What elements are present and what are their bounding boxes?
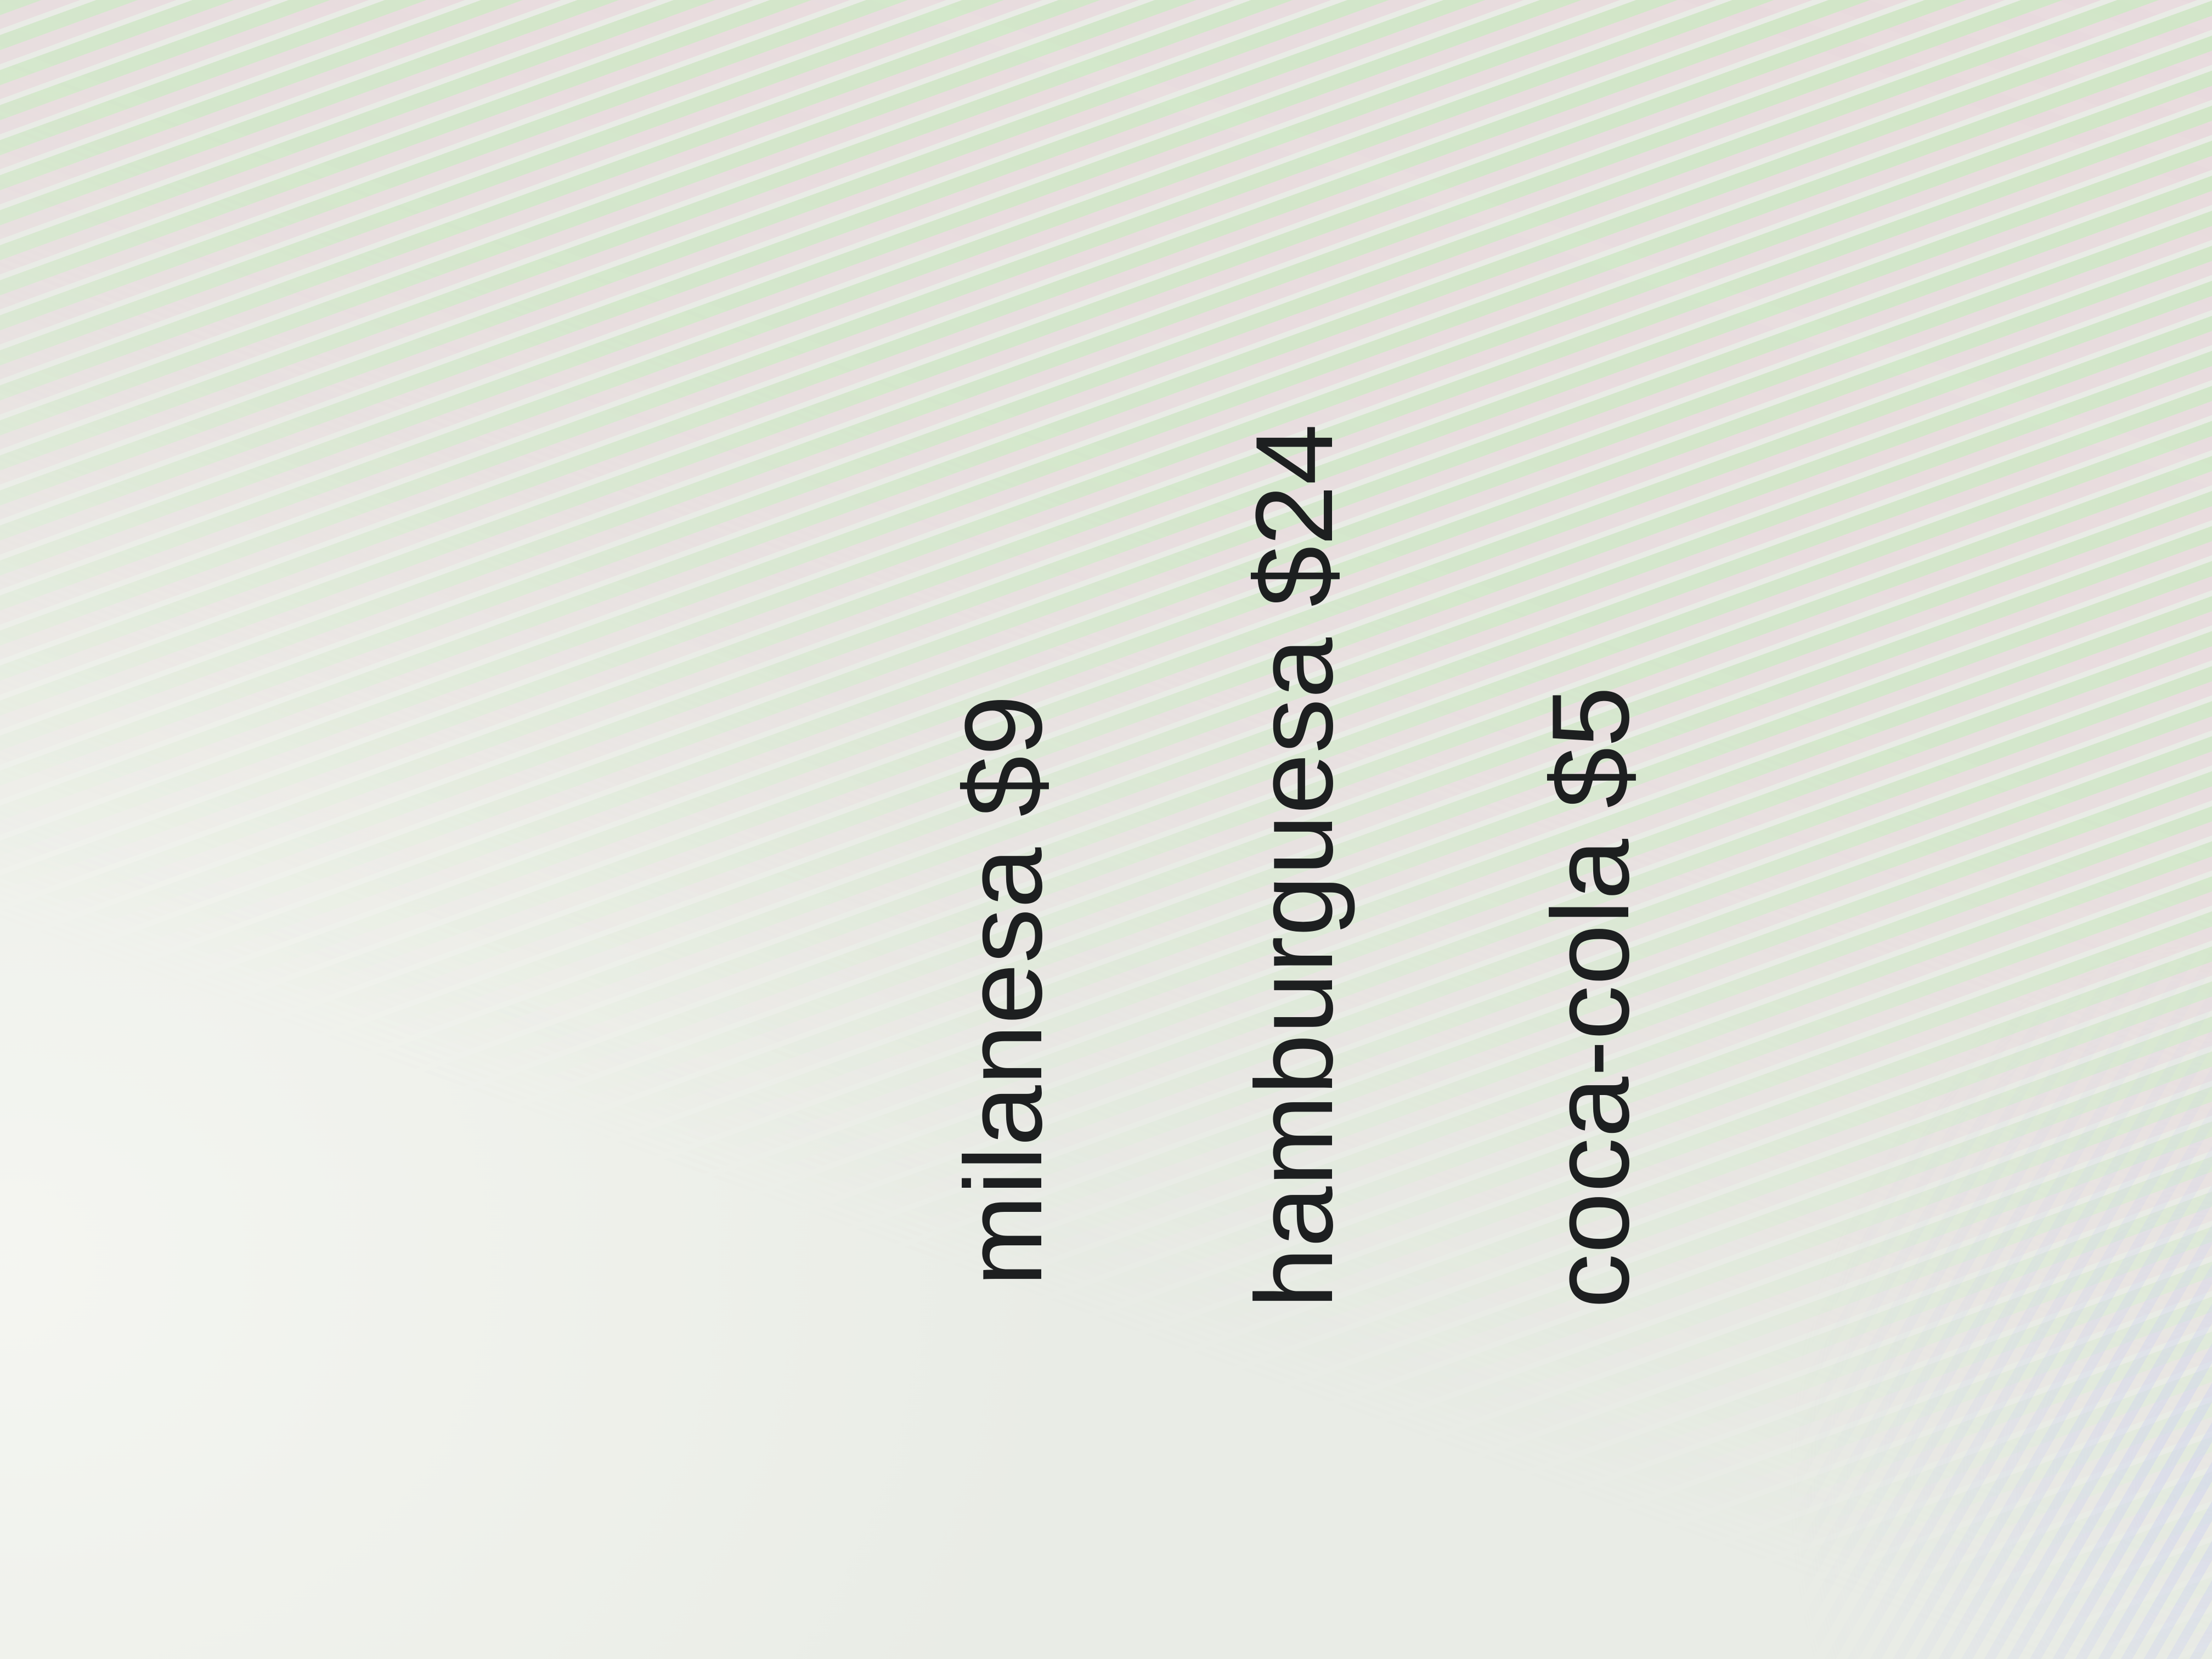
menu-item-hamburguesa: hamburguesa $24 xyxy=(1233,424,1356,1308)
menu-item-coca-cola: coca-cola $5 xyxy=(1530,686,1652,1308)
menu-item-milanesa: milanesa $9 xyxy=(943,695,1065,1286)
menu-list: milanesa $9 hamburguesa $24 coca-cola $5 xyxy=(0,0,2212,1659)
photographed-screen: milanesa $9 hamburguesa $24 coca-cola $5 xyxy=(0,0,2212,1659)
